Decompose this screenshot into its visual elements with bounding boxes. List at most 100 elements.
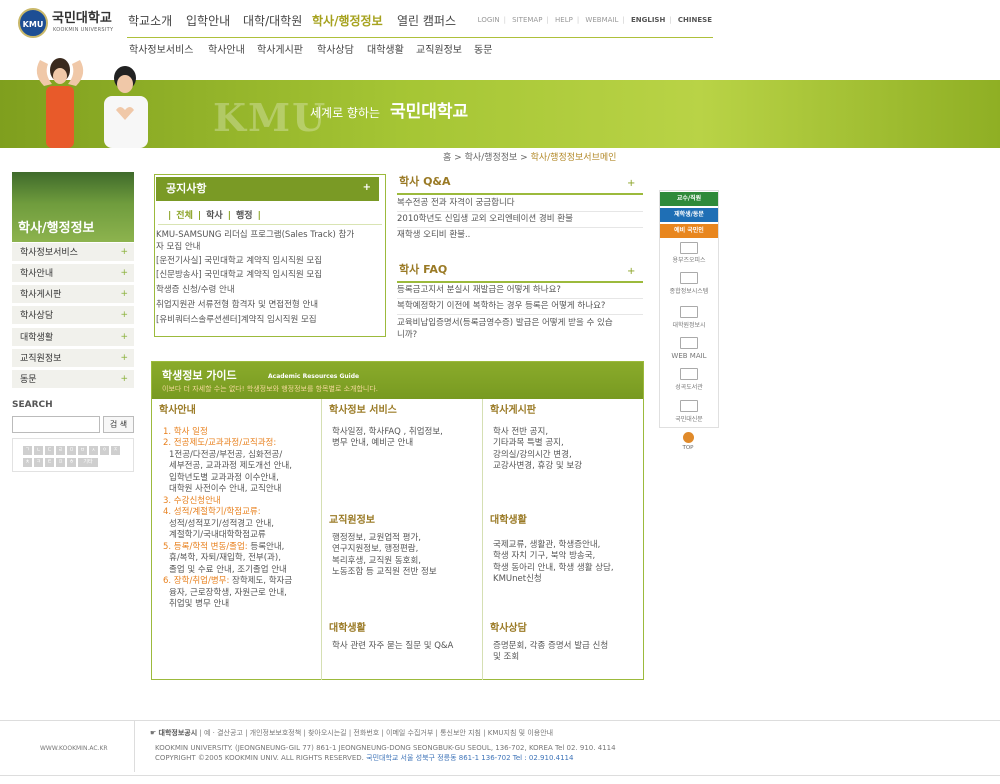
lnb-item-counsel[interactable]: 학사상담: [317, 44, 354, 58]
guide-col2-heading-2[interactable]: 교직원정보: [329, 514, 375, 528]
gnb-item-colleges[interactable]: 대학/대학원: [243, 13, 302, 29]
faq-item-cont[interactable]: 니까?: [397, 330, 417, 341]
quick-link[interactable]: 성곡도서관: [660, 384, 718, 392]
index-key[interactable]: ㅊ: [23, 458, 32, 467]
search-button[interactable]: 검 색: [103, 416, 134, 433]
sidebar-item-campus-life[interactable]: 대학생활 +: [12, 328, 134, 347]
guide-col2-heading-1[interactable]: 학사정보 서비스: [329, 404, 397, 418]
index-key[interactable]: ㅂ: [78, 446, 87, 455]
footer-links[interactable]: ☛ 대학정보공시 | 예 · 결산공고 | 개인정보보호정책 | 찾아오시는길 …: [150, 729, 553, 738]
quick-link[interactable]: 국민대신문: [660, 416, 718, 424]
notice-item[interactable]: [유비쿼터스솔루션센터]계약직 임시직원 모집: [156, 315, 317, 326]
gnb-item-academic[interactable]: 학사/행정정보: [312, 13, 383, 29]
sidebar-item-label: 학사게시판: [20, 290, 62, 300]
sidebar-item-board[interactable]: 학사게시판 +: [12, 285, 134, 304]
index-key[interactable]: 기타: [78, 458, 98, 467]
index-key[interactable]: ㄹ: [56, 446, 65, 455]
sidebar-item-info-service[interactable]: 학사정보서비스 +: [12, 243, 134, 262]
footer-url[interactable]: WWW.KOOKMIN.AC.KR: [40, 745, 108, 753]
breadcrumb-current: 학사/행정정보서브메인: [530, 153, 617, 163]
index-key[interactable]: ㄷ: [45, 446, 54, 455]
footer-link-list[interactable]: | 예 · 결산공고 | 개인정보보호정책 | 찾아오시는길 | 전화번호 | …: [199, 729, 553, 737]
lnb-item-guide[interactable]: 학사안내: [208, 44, 245, 58]
gnb-item-about[interactable]: 학교소개: [128, 13, 172, 29]
quick-btn-staff[interactable]: 교수/직원: [660, 192, 718, 206]
guide-col3-heading-1[interactable]: 학사게시판: [490, 404, 536, 418]
notice-item[interactable]: 학생증 신청/수령 안내: [156, 285, 235, 296]
qna-more-icon[interactable]: +: [627, 177, 635, 191]
breadcrumb-home[interactable]: 홈: [443, 153, 451, 163]
quick-link[interactable]: 종합정보시스템: [660, 288, 718, 296]
scroll-top-icon[interactable]: [683, 432, 694, 443]
index-key[interactable]: ㅍ: [56, 458, 65, 467]
grad-info-icon[interactable]: [680, 306, 698, 318]
qna-item[interactable]: 2010학년도 신입생 교외 오리엔테이션 경비 환불: [397, 214, 573, 225]
index-key[interactable]: ㄱ: [23, 446, 32, 455]
index-key[interactable]: ㅋ: [34, 458, 43, 467]
index-key[interactable]: ㅈ: [111, 446, 120, 455]
notice-item[interactable]: KMU-SAMSUNG 리더십 프로그램(Sales Track) 참가: [156, 230, 354, 241]
webmail-link[interactable]: WEBMAIL: [585, 16, 618, 24]
lnb-item-staff[interactable]: 교직원정보: [416, 44, 462, 58]
logo-name[interactable]: 국민대학교: [52, 10, 112, 28]
library-icon[interactable]: [680, 368, 698, 380]
index-key[interactable]: ㅇ: [100, 446, 109, 455]
footer-copyright: COPYRIGHT ©2005 KOOKMIN UNIV. ALL RIGHTS…: [155, 754, 574, 762]
newspaper-icon[interactable]: [680, 400, 698, 412]
mail-icon[interactable]: [680, 337, 698, 349]
portal-icon[interactable]: [680, 272, 698, 284]
login-link[interactable]: LOGIN: [478, 16, 500, 24]
footer-link-disclosure[interactable]: 대학정보공시: [159, 729, 198, 737]
sidebar-item-guide[interactable]: 학사안내 +: [12, 264, 134, 283]
index-key[interactable]: ㅅ: [89, 446, 98, 455]
faq-item[interactable]: 교육비납입증명서(등록금영수증) 발급은 어떻게 받을 수 있습: [397, 318, 613, 329]
lnb-item-campus-life[interactable]: 대학생활: [367, 44, 404, 58]
ombudsman-icon[interactable]: [680, 242, 698, 254]
sidebar-item-alumni[interactable]: 동문 +: [12, 370, 134, 389]
index-key[interactable]: ㄴ: [34, 446, 43, 455]
notice-item-cont[interactable]: 자 모집 안내: [156, 242, 201, 253]
english-link[interactable]: ENGLISH: [631, 16, 665, 24]
lnb-item-board[interactable]: 학사게시판: [257, 44, 303, 58]
faq-item[interactable]: 복학예정학기 이전에 복학하는 경우 등록은 어떻게 하나요?: [397, 301, 605, 312]
quick-link[interactable]: 대학원정보시: [660, 322, 718, 330]
qna-item[interactable]: 재학생 오티비 환불..: [397, 230, 470, 241]
guide-col2-heading-3[interactable]: 대학생활: [329, 622, 366, 636]
index-key[interactable]: ㅌ: [45, 458, 54, 467]
breadcrumb-level1[interactable]: 학사/행정정보: [465, 153, 518, 163]
sitemap-link[interactable]: SITEMAP: [512, 16, 542, 24]
quick-btn-prospective[interactable]: 예비 국민인: [660, 224, 718, 238]
notice-item[interactable]: 취업지원관 서류전형 합격자 및 면접전형 안내: [156, 300, 318, 311]
quick-link[interactable]: WEB MAIL: [660, 352, 718, 361]
top-label[interactable]: TOP: [678, 445, 698, 452]
quick-link[interactable]: 용부즈오피스: [660, 257, 718, 265]
qna-item[interactable]: 복수전공 전과 자격이 궁금합니다: [397, 198, 515, 209]
gnb-item-admission[interactable]: 입학안내: [186, 13, 230, 29]
chinese-link[interactable]: CHINESE: [678, 16, 712, 24]
tab-admin[interactable]: 행정: [236, 211, 253, 221]
notice-more-icon[interactable]: +: [363, 181, 371, 195]
row-divider: [397, 314, 643, 315]
sidebar-item-staff[interactable]: 교직원정보 +: [12, 349, 134, 368]
guide-col3-text-2: 국제교류, 생활관, 학생증안내, 학생 자치 기구, 북악 방송국, 학생 동…: [493, 540, 614, 585]
quick-btn-students[interactable]: 재학생/동문: [660, 208, 718, 222]
tab-academic[interactable]: 학사: [206, 211, 223, 221]
sidebar-item-counsel[interactable]: 학사상담 +: [12, 306, 134, 325]
notice-item[interactable]: [운전기사실] 국민대학교 계약직 임시직원 모집: [156, 256, 322, 267]
breadcrumb: 홈 > 학사/행정정보 > 학사/행정정보서브메인: [443, 152, 616, 164]
lnb-item-alumni[interactable]: 동문: [474, 44, 492, 58]
guide-col3-heading-2[interactable]: 대학생활: [490, 514, 527, 528]
search-input[interactable]: [12, 416, 100, 433]
notice-item[interactable]: [신문방송사] 국민대학교 계약직 임시직원 모집: [156, 270, 322, 281]
guide-col3-heading-3[interactable]: 학사상담: [490, 622, 527, 636]
help-link[interactable]: HELP: [555, 16, 573, 24]
tab-all[interactable]: 전체: [176, 211, 193, 221]
faq-item[interactable]: 등록금고지서 분실시 재발급은 어떻게 하나요?: [397, 285, 561, 296]
sidebar-title: 학사/행정정보: [18, 221, 95, 236]
index-key[interactable]: ㅎ: [67, 458, 76, 467]
gnb-item-open-campus[interactable]: 열린 캠퍼스: [397, 13, 456, 29]
guide-col1-heading[interactable]: 학사안내: [159, 404, 196, 418]
logo-badge[interactable]: KMU: [18, 8, 48, 38]
index-key[interactable]: ㅁ: [67, 446, 76, 455]
faq-more-icon[interactable]: +: [627, 265, 635, 279]
